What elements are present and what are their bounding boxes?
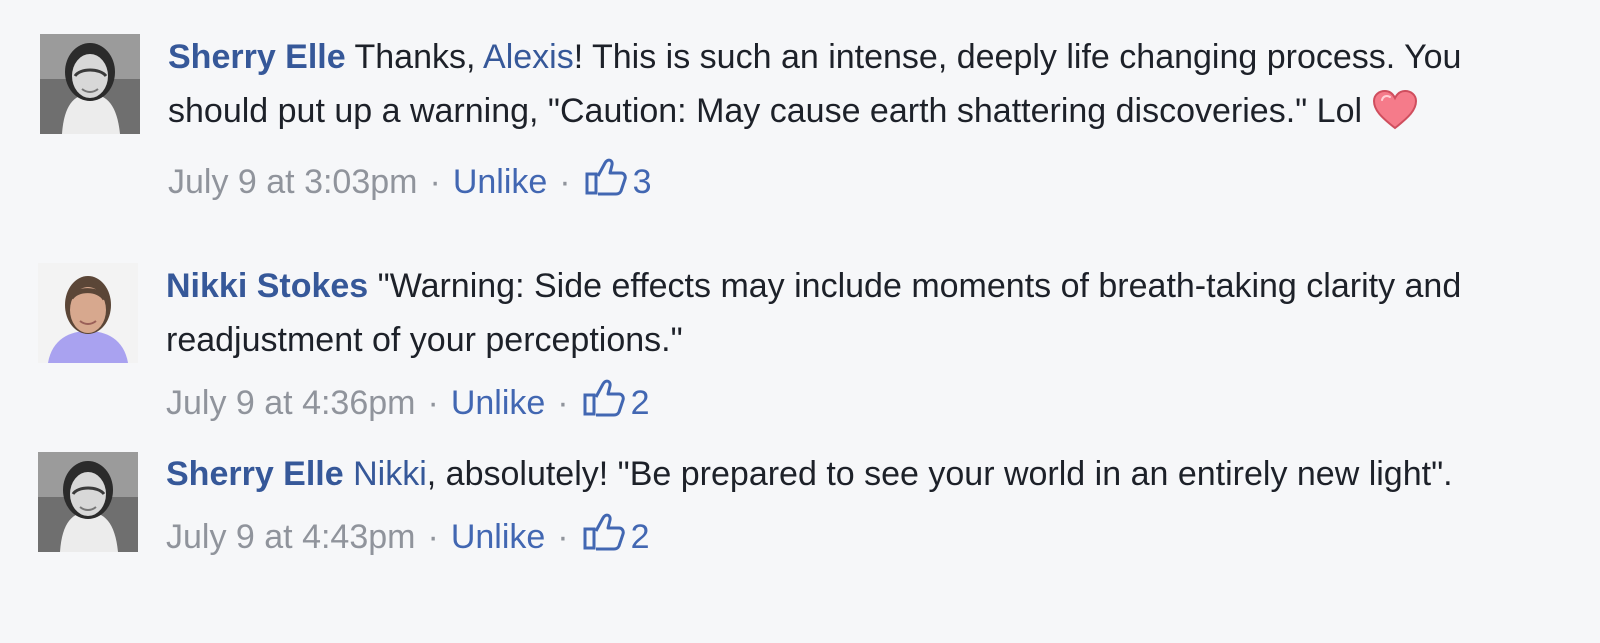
comment-text: Nikki Stokes "Warning: Side effects may … [166,259,1526,367]
comment-timestamp[interactable]: July 9 at 4:43pm [166,517,415,557]
comment-timestamp[interactable]: July 9 at 4:36pm [166,383,415,423]
comment-content: Nikki Stokes "Warning: Side effects may … [166,259,1526,426]
unlike-link[interactable]: Unlike [453,162,547,202]
like-count-number: 3 [632,162,652,201]
separator-dot: · [559,162,571,201]
comment-content: Sherry Elle Thanks, Alexis! This is such… [168,30,1528,205]
like-count-number: 2 [630,517,650,556]
comment-body: , absolutely! "Be prepared to see your w… [426,455,1453,493]
like-count-number: 2 [630,383,650,422]
comment-thread: Sherry Elle Thanks, Alexis! This is such… [0,0,1600,643]
comment-text-prefix: Thanks, [345,38,484,76]
thumbs-up-icon [583,158,627,205]
unlike-link[interactable]: Unlike [451,383,545,423]
thumbs-up-icon [581,513,625,560]
mention-link[interactable]: Nikki [353,455,427,493]
separator-dot: · [427,383,439,422]
comment-meta: July 9 at 4:43pm · Unlike · 2 [166,513,1526,560]
avatar-sherry-elle[interactable] [38,452,138,552]
comment-text: Sherry Elle Nikki, absolutely! "Be prepa… [166,447,1526,501]
comment-text-prefix [344,455,353,493]
comment-author[interactable]: Sherry Elle [168,38,346,76]
comment-content: Sherry Elle Nikki, absolutely! "Be prepa… [166,447,1526,560]
comment-author[interactable]: Sherry Elle [166,455,344,493]
separator-dot: · [429,162,441,201]
like-count[interactable]: 2 [581,379,650,426]
thumbs-up-icon [581,379,625,426]
mention-link[interactable]: Alexis [483,38,574,76]
separator-dot: · [557,383,569,422]
comment-timestamp[interactable]: July 9 at 3:03pm [168,162,417,202]
avatar-sherry-elle[interactable] [40,34,140,134]
unlike-link[interactable]: Unlike [451,517,545,557]
like-count[interactable]: 2 [581,513,650,560]
comment-meta: July 9 at 4:36pm · Unlike · 2 [166,379,1526,426]
comment-meta: July 9 at 3:03pm · Unlike · 3 [168,158,1528,205]
comment-author[interactable]: Nikki Stokes [166,267,368,305]
separator-dot: · [427,517,439,556]
like-count[interactable]: 3 [583,158,652,205]
comment-text: Sherry Elle Thanks, Alexis! This is such… [168,30,1528,146]
avatar-nikki-stokes[interactable] [38,263,138,363]
separator-dot: · [557,517,569,556]
heart-icon [1372,89,1418,146]
